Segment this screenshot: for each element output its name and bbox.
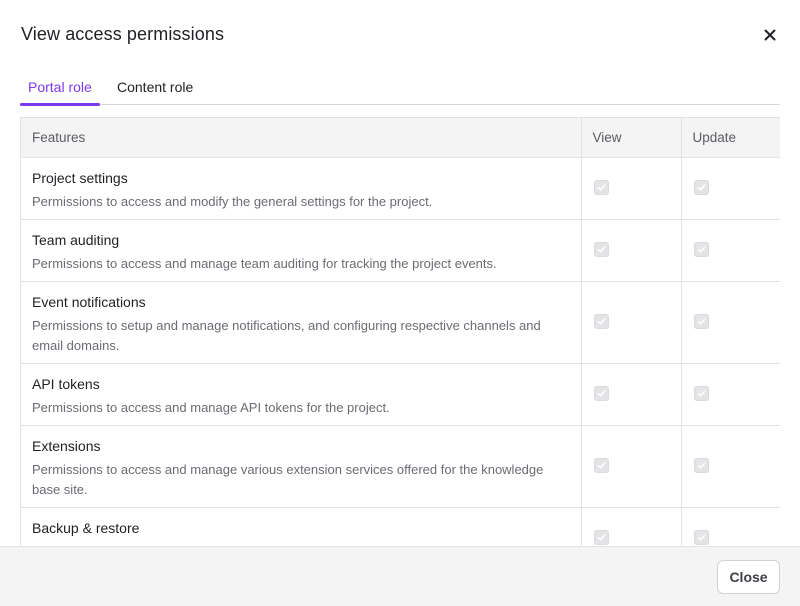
- update-cell: [681, 363, 780, 426]
- table-header-row: Features View Update: [21, 118, 780, 158]
- update-cell: [681, 157, 780, 220]
- update-checkbox[interactable]: [693, 242, 709, 257]
- update-checkbox[interactable]: [693, 386, 709, 401]
- feature-name: Team auditing: [32, 231, 120, 248]
- table-row: Backup & restore: [21, 507, 780, 546]
- check-icon: [597, 390, 605, 397]
- check-icon: [697, 462, 705, 469]
- update-cell: [681, 507, 780, 546]
- view-checkbox[interactable]: [593, 314, 609, 329]
- view-checkbox[interactable]: [593, 242, 609, 257]
- column-header-features: Features: [21, 118, 582, 158]
- view-cell: [581, 507, 682, 546]
- check-icon: [597, 246, 605, 253]
- update-checkbox[interactable]: [693, 314, 709, 329]
- close-button[interactable]: Close: [717, 560, 780, 594]
- table-row: Event notifications Permissions to setup …: [21, 281, 780, 364]
- modal-header: View access permissions: [0, 0, 800, 68]
- close-icon-button[interactable]: [758, 23, 782, 47]
- feature-name: Event notifications: [32, 293, 146, 310]
- tab-content-role[interactable]: Content role: [109, 70, 201, 105]
- view-cell: [581, 157, 682, 220]
- close-icon: [764, 29, 776, 41]
- check-icon: [597, 184, 605, 191]
- check-icon: [697, 390, 705, 397]
- update-checkbox[interactable]: [693, 180, 709, 195]
- update-cell: [681, 219, 780, 282]
- feature-cell: Team auditing Permissions to access and m…: [21, 219, 582, 282]
- check-icon: [597, 318, 605, 325]
- feature-cell: Backup & restore: [21, 507, 582, 546]
- check-icon: [697, 534, 705, 541]
- feature-name: Project settings: [32, 169, 128, 186]
- view-cell: [581, 219, 682, 282]
- view-checkbox[interactable]: [593, 530, 609, 545]
- feature-description: Permissions to access and manage API tok…: [32, 399, 390, 415]
- feature-name: API tokens: [32, 375, 100, 392]
- tab-portal-role[interactable]: Portal role: [20, 70, 100, 106]
- table-row: Team auditing Permissions to access and m…: [21, 219, 780, 282]
- update-cell: [681, 281, 780, 364]
- view-cell: [581, 281, 682, 364]
- feature-description: Permissions to access and manage team au…: [32, 255, 497, 271]
- update-checkbox[interactable]: [693, 458, 709, 473]
- column-header-view: View: [581, 118, 682, 158]
- table-row: Extensions Permissions to access and mana…: [21, 425, 780, 508]
- permissions-table: Features View Update Project settings Per…: [21, 118, 780, 546]
- feature-description: Permissions to access and modify the gen…: [32, 193, 433, 209]
- view-cell: [581, 425, 682, 508]
- table-row: API tokens Permissions to access and mana…: [21, 363, 780, 426]
- check-icon: [697, 184, 705, 191]
- table-row: Project settings Permissions to access an…: [21, 157, 780, 220]
- role-tabs: Portal role Content role: [20, 70, 780, 106]
- feature-description: Permissions to setup and manage notifica…: [32, 317, 541, 353]
- check-icon: [597, 462, 605, 469]
- permissions-modal: View access permissions Portal role Cont…: [0, 0, 800, 606]
- feature-description: Permissions to access and manage various…: [32, 461, 544, 497]
- feature-cell: API tokens Permissions to access and mana…: [21, 363, 582, 426]
- update-checkbox[interactable]: [693, 530, 709, 545]
- permissions-table-scroll[interactable]: Features View Update Project settings Per…: [20, 117, 780, 546]
- modal-footer: Close: [0, 546, 800, 606]
- view-checkbox[interactable]: [593, 386, 609, 401]
- view-cell: [581, 363, 682, 426]
- feature-name: Backup & restore: [32, 519, 140, 536]
- feature-cell: Extensions Permissions to access and mana…: [21, 425, 582, 508]
- feature-cell: Project settings Permissions to access an…: [21, 157, 582, 220]
- check-icon: [697, 318, 705, 325]
- modal-title: View access permissions: [21, 24, 225, 44]
- check-icon: [697, 246, 705, 253]
- view-checkbox[interactable]: [593, 458, 609, 473]
- column-header-update: Update: [681, 118, 780, 158]
- feature-name: Extensions: [32, 437, 101, 454]
- check-icon: [597, 534, 605, 541]
- feature-cell: Event notifications Permissions to setup …: [21, 281, 582, 364]
- view-checkbox[interactable]: [593, 180, 609, 195]
- update-cell: [681, 425, 780, 508]
